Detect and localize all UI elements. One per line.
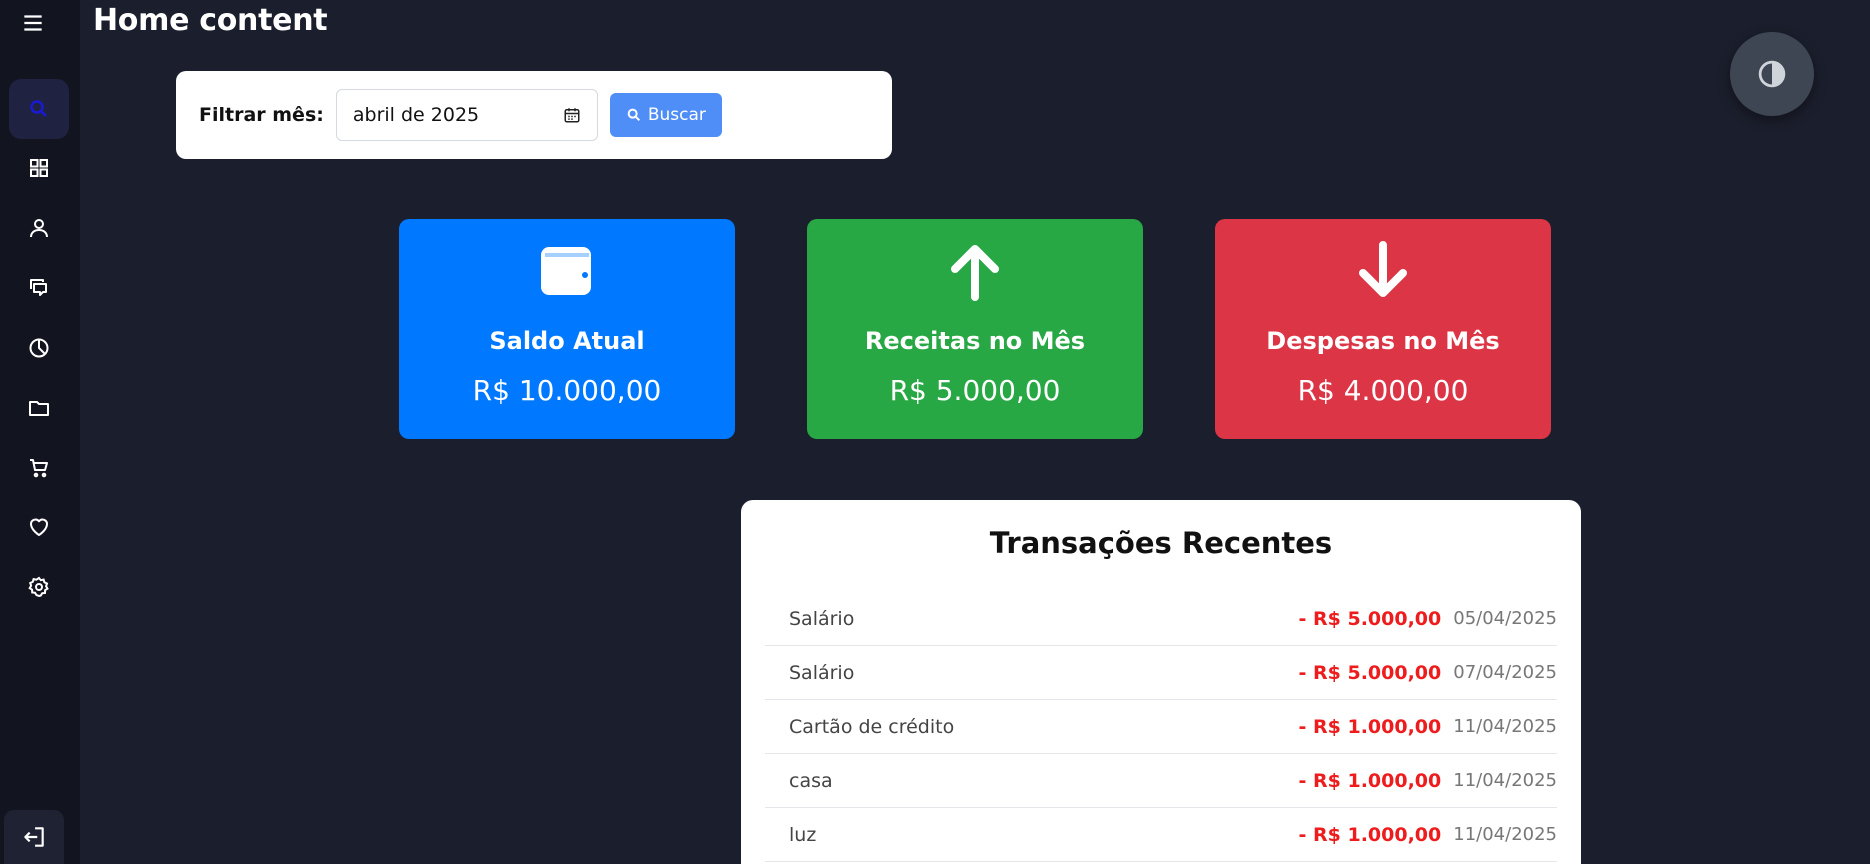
- month-value: abril de 2025: [352, 104, 480, 126]
- transaction-date: 05/04/2025: [1453, 608, 1557, 629]
- user-icon: [30, 219, 48, 238]
- expenses-value: R$ 4.000,00: [1297, 374, 1469, 407]
- expenses-label: Despesas no Mês: [1266, 327, 1500, 355]
- search-icon: [627, 108, 640, 122]
- expenses-card: Despesas no Mês R$ 4.000,00: [1215, 219, 1551, 439]
- transaction-description: Salário: [789, 661, 855, 684]
- search-button-label: Buscar: [647, 105, 706, 125]
- sidebar-item-favorites[interactable]: [9, 497, 69, 557]
- filter-card: Filtrar mês: abril de 2025 Buscar: [176, 71, 892, 159]
- calendar-icon[interactable]: [563, 106, 581, 124]
- recent-transactions-card: Transações Recentes Salário - R$ 5.000,0…: [741, 500, 1581, 864]
- transaction-amount: - R$ 5.000,00: [1298, 607, 1442, 630]
- month-picker-input[interactable]: abril de 2025: [335, 89, 598, 141]
- cart-icon: [30, 459, 48, 478]
- income-label: Receitas no Mês: [864, 327, 1086, 355]
- transaction-date: 07/04/2025: [1453, 662, 1557, 683]
- transaction-amount: - R$ 1.000,00: [1298, 769, 1442, 792]
- sidebar-item-reports[interactable]: [9, 318, 69, 378]
- sidebar-item-search[interactable]: [9, 79, 69, 139]
- search-icon: [30, 100, 47, 117]
- transaction-description: casa: [789, 769, 833, 792]
- transaction-date: 11/04/2025: [1453, 716, 1557, 737]
- logout-button[interactable]: [4, 810, 64, 864]
- balance-value: R$ 10.000,00: [472, 374, 662, 407]
- sidebar-item-dashboard[interactable]: [9, 138, 69, 198]
- transaction-amount: - R$ 5.000,00: [1298, 661, 1442, 684]
- menu-icon[interactable]: [20, 10, 46, 36]
- sidebar-item-messages[interactable]: [9, 258, 69, 318]
- arrow-up-icon: [951, 245, 999, 301]
- income-value: R$ 5.000,00: [889, 374, 1061, 407]
- transaction-date: 11/04/2025: [1453, 824, 1557, 845]
- sidebar-item-files[interactable]: [9, 378, 69, 438]
- theme-toggle-button[interactable]: [1730, 32, 1814, 116]
- transaction-amount: - R$ 1.000,00: [1298, 715, 1442, 738]
- sidebar-item-cart[interactable]: [9, 438, 69, 498]
- list-item[interactable]: casa - R$ 1.000,00 11/04/2025: [765, 754, 1557, 808]
- filter-label: Filtrar mês:: [199, 104, 324, 126]
- search-button[interactable]: Buscar: [609, 93, 722, 137]
- wallet-icon: [541, 247, 591, 295]
- chat-icon: [30, 279, 47, 296]
- transactions-title: Transações Recentes: [989, 526, 1333, 560]
- transaction-amount: - R$ 1.000,00: [1298, 823, 1442, 846]
- gear-icon: [28, 576, 49, 598]
- heart-icon: [30, 518, 48, 536]
- list-item[interactable]: Salário - R$ 5.000,00 07/04/2025: [765, 646, 1557, 700]
- grid-icon: [30, 159, 48, 177]
- list-item[interactable]: Cartão de crédito - R$ 1.000,00 11/04/20…: [765, 700, 1557, 754]
- balance-card: Saldo Atual R$ 10.000,00: [399, 219, 735, 439]
- sidebar-item-settings[interactable]: [9, 557, 69, 617]
- list-item[interactable]: luz - R$ 1.000,00 11/04/2025: [765, 808, 1557, 862]
- sidebar: [0, 0, 80, 864]
- contrast-icon: [1758, 60, 1786, 88]
- balance-label: Saldo Atual: [489, 327, 645, 355]
- income-card: Receitas no Mês R$ 5.000,00: [807, 219, 1143, 439]
- transaction-description: Cartão de crédito: [789, 715, 955, 738]
- sidebar-item-user[interactable]: [9, 198, 69, 258]
- transaction-description: Salário: [789, 607, 855, 630]
- transaction-description: luz: [789, 823, 817, 846]
- arrow-down-icon: [1359, 241, 1407, 297]
- list-item[interactable]: Salário - R$ 5.000,00 05/04/2025: [765, 592, 1557, 646]
- pie-chart-icon: [29, 338, 49, 358]
- transactions-list: Salário - R$ 5.000,00 05/04/2025 Salário…: [765, 592, 1557, 862]
- page-title: Home content: [93, 3, 328, 38]
- folder-icon: [29, 401, 49, 416]
- logout-icon: [24, 827, 44, 847]
- transaction-date: 11/04/2025: [1453, 770, 1557, 791]
